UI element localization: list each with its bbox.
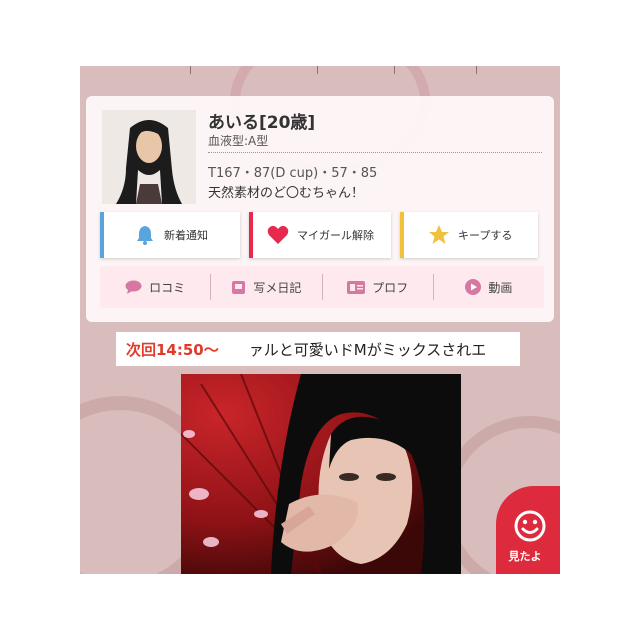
- new-notification-button[interactable]: 新着通知: [100, 212, 240, 258]
- profile-photo-image: [181, 374, 461, 574]
- avatar[interactable]: [102, 110, 196, 204]
- new-notification-label: 新着通知: [164, 229, 208, 242]
- tab-reviews-label: ロコミ: [149, 280, 186, 295]
- divider: [190, 66, 191, 74]
- heart-icon: [267, 225, 289, 244]
- profile-card-icon: [347, 280, 366, 294]
- keep-label: キープする: [458, 229, 513, 242]
- my-girl-remove-label: マイガール解除: [297, 229, 374, 242]
- seen-button[interactable]: 見たよ: [496, 486, 560, 574]
- news-ticker: ァルと可愛いドMがミックスされエ: [248, 340, 487, 359]
- divider: [476, 66, 477, 74]
- app-screen: あいる[20歳] 血液型:A型 T167・87(D cup)・57・85 天然素…: [80, 66, 560, 574]
- tab-profile-label: プロフ: [372, 280, 409, 295]
- tab-video[interactable]: 動画: [434, 274, 544, 300]
- divider: [208, 152, 542, 153]
- tab-profile[interactable]: プロフ: [323, 274, 434, 300]
- divider: [317, 66, 318, 74]
- tab-photo-diary[interactable]: 写メ日記: [211, 274, 323, 300]
- star-icon: [429, 225, 449, 244]
- smiley-icon: [514, 510, 546, 542]
- profile-photo[interactable]: [181, 374, 461, 574]
- keep-button[interactable]: キープする: [400, 212, 538, 258]
- divider: [394, 66, 395, 74]
- next-shift-time: 次回14:50〜: [126, 340, 219, 359]
- tab-reviews[interactable]: ロコミ: [100, 274, 212, 300]
- catchphrase: 天然素材のど〇むちゃん！: [208, 186, 365, 201]
- play-icon: [465, 279, 482, 295]
- profile-tabs: ロコミ 写メ日記 プロフ 動画: [100, 266, 544, 308]
- speech-bubble-icon: [125, 280, 142, 294]
- measurements: T167・87(D cup)・57・85: [208, 166, 378, 181]
- diary-icon: [232, 280, 246, 294]
- avatar-image: [102, 110, 196, 204]
- blood-type: 血液型:A型: [208, 134, 269, 148]
- my-girl-remove-button[interactable]: マイガール解除: [249, 212, 391, 258]
- profile-name: あいる[20歳]: [208, 113, 316, 133]
- top-strip: [80, 66, 560, 94]
- next-shift-bar: 次回14:50〜 ァルと可愛いドMがミックスされエ: [116, 332, 520, 366]
- profile-card: あいる[20歳] 血液型:A型 T167・87(D cup)・57・85 天然素…: [86, 96, 554, 322]
- bell-icon: [137, 226, 153, 245]
- seen-label: 見たよ: [508, 550, 542, 563]
- tab-photo-diary-label: 写メ日記: [253, 280, 302, 295]
- tab-video-label: 動画: [488, 280, 513, 295]
